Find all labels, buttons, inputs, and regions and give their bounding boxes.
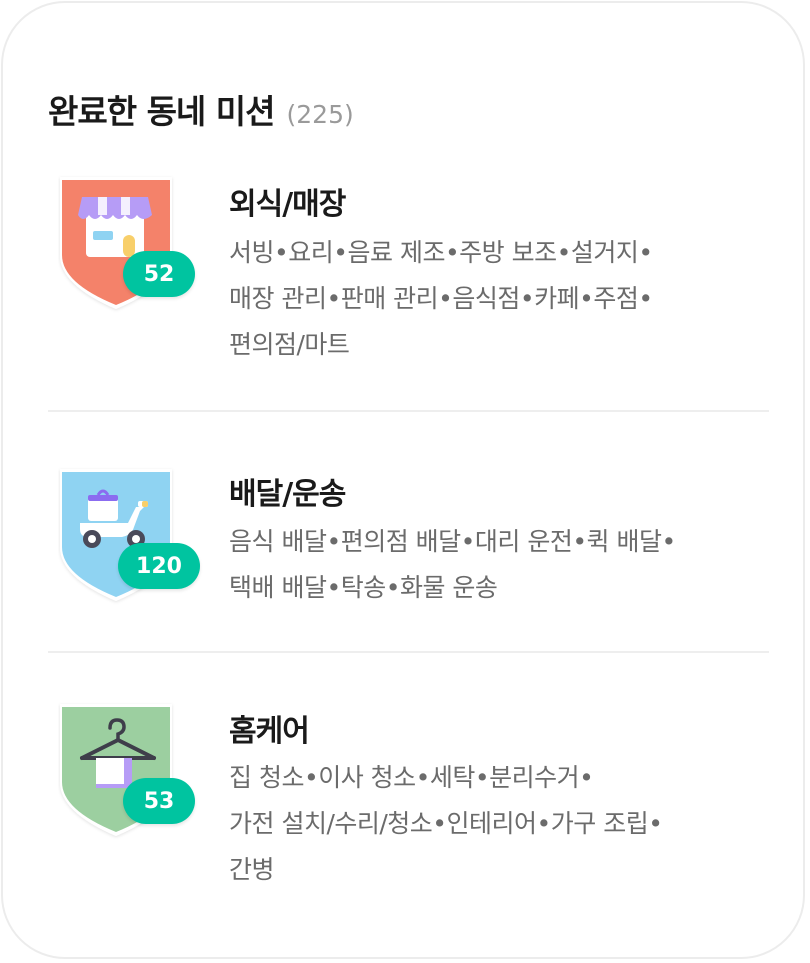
description-line: 음식 배달•편의점 배달•대리 운전•퀵 배달• bbox=[229, 527, 676, 556]
category-description: 서빙•요리•음료 제조•주방 보조•설거지• 매장 관리•판매 관리•음식점•카… bbox=[229, 230, 769, 368]
category-title: 외식/매장 bbox=[229, 187, 346, 222]
category-description: 집 청소•이사 청소•세탁•분리수거• 가전 설치/수리/청소•인테리어•가구 … bbox=[229, 755, 769, 893]
section-divider bbox=[48, 651, 769, 653]
count-badge: 53 bbox=[123, 778, 195, 824]
description-line: 가전 설치/수리/청소•인테리어•가구 조립• bbox=[229, 809, 663, 838]
total-count: (225) bbox=[286, 100, 354, 129]
category-description: 음식 배달•편의점 배달•대리 운전•퀵 배달• 택배 배달•탁송•화물 운송 bbox=[229, 519, 769, 611]
description-line: 서빙•요리•음료 제조•주방 보조•설거지• bbox=[229, 238, 653, 267]
description-line: 집 청소•이사 청소•세탁•분리수거• bbox=[229, 763, 594, 792]
category-title: 배달/운송 bbox=[229, 477, 346, 512]
description-line: 편의점/마트 bbox=[229, 330, 350, 359]
count-badge: 52 bbox=[123, 251, 195, 297]
completed-missions-card: 완료한 동네 미션 (225) 52 외식/매장 서빙•요리•음료 제조•주방 … bbox=[1, 1, 805, 959]
card-header: 완료한 동네 미션 (225) bbox=[48, 85, 354, 133]
category-title: 홈케어 bbox=[229, 714, 310, 749]
card-title: 완료한 동네 미션 bbox=[48, 92, 275, 131]
description-line: 간병 bbox=[229, 855, 275, 884]
section-divider bbox=[48, 410, 769, 412]
description-line: 택배 배달•탁송•화물 운송 bbox=[229, 573, 498, 602]
count-badge: 120 bbox=[118, 543, 200, 589]
description-line: 매장 관리•판매 관리•음식점•카페•주점• bbox=[229, 284, 653, 313]
